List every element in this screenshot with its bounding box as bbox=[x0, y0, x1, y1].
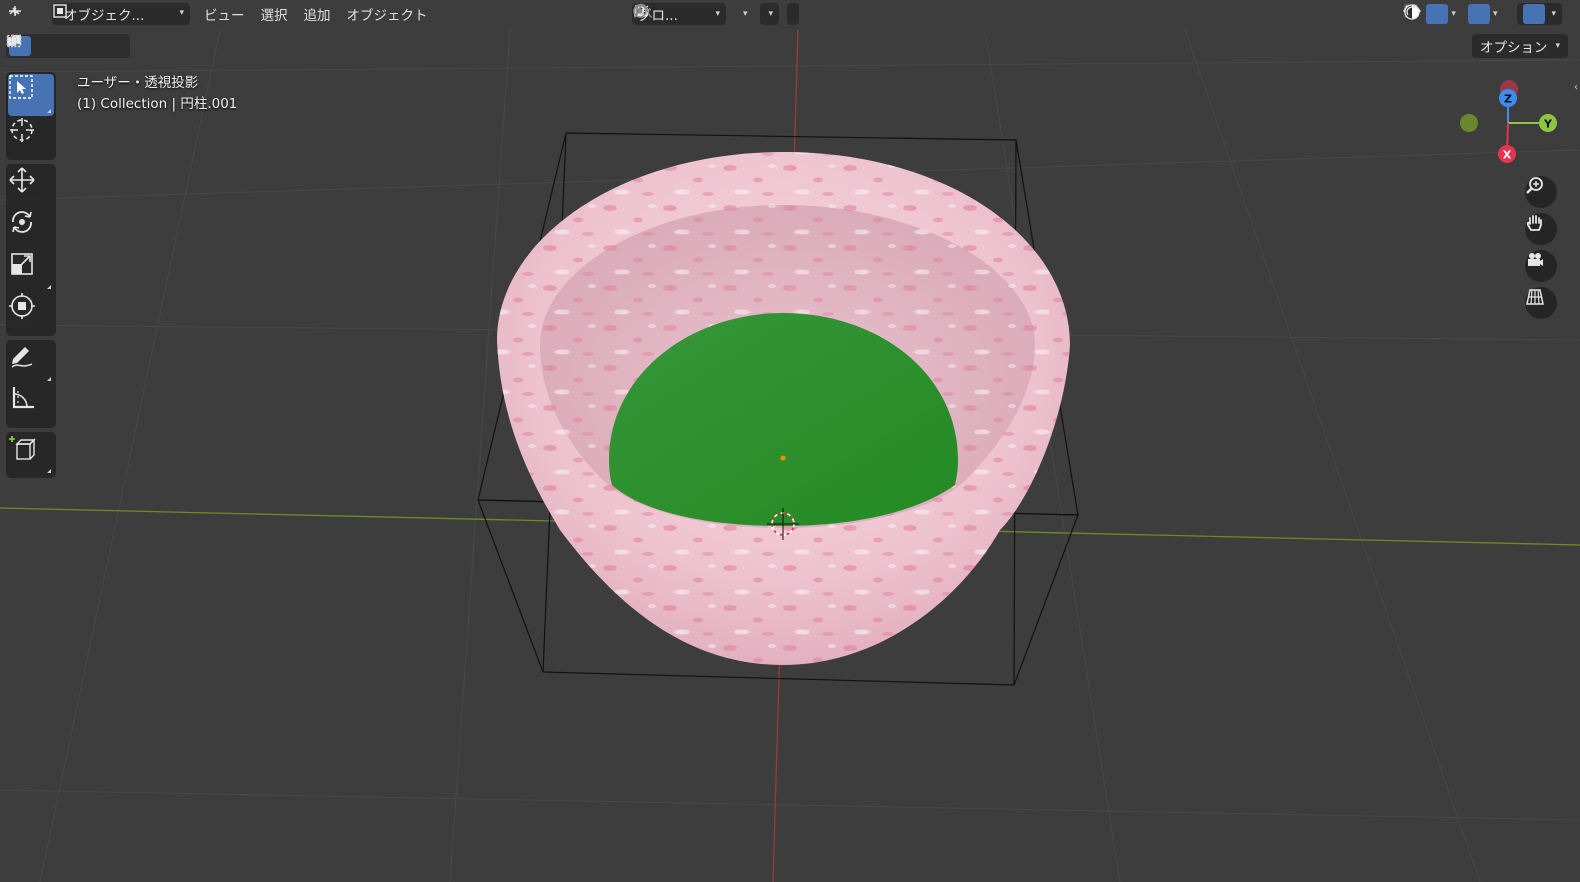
xray-toggle[interactable] bbox=[1404, 3, 1513, 25]
z-axis-handle[interactable]: Z bbox=[1499, 89, 1517, 107]
object-mode-icon bbox=[53, 4, 67, 18]
x-axis-label: X bbox=[1503, 149, 1512, 162]
measure-tool[interactable] bbox=[8, 384, 54, 426]
move-tool[interactable] bbox=[8, 166, 54, 208]
add-cube-icon bbox=[9, 436, 36, 460]
y-axis-label: Y bbox=[1543, 118, 1553, 131]
viewport-scene bbox=[0, 29, 1580, 882]
proportional-editing-controls bbox=[633, 3, 800, 25]
move-icon bbox=[9, 167, 35, 193]
menu-select[interactable]: 選択 bbox=[253, 3, 296, 25]
zoom-icon bbox=[1526, 177, 1543, 194]
zoom-button[interactable] bbox=[1525, 176, 1557, 208]
scale-icon bbox=[11, 253, 33, 275]
selection-mode-buttons bbox=[6, 34, 130, 58]
pan-button[interactable] bbox=[1525, 213, 1557, 245]
object-origin bbox=[780, 455, 786, 461]
select-intersect-icon bbox=[6, 34, 22, 47]
interaction-mode-label: オブジェク... bbox=[64, 8, 145, 24]
camera-icon bbox=[1528, 253, 1543, 266]
chevron-down-icon[interactable]: ▾ bbox=[769, 9, 774, 19]
material-preview-shading-button[interactable] bbox=[1404, 4, 1546, 24]
chevron-down-icon: ▾ bbox=[1492, 9, 1498, 19]
shading-modes: ▾ bbox=[1404, 3, 1562, 25]
camera-view-button[interactable] bbox=[1525, 250, 1557, 282]
chevron-down-icon: ▾ bbox=[715, 9, 720, 19]
viewport-header: ▾ オブジェク... ▾ ビュー 選択 追加 オブジェクト グロ... ▾ ▾ … bbox=[0, 0, 1580, 28]
select-intersect-button[interactable] bbox=[6, 34, 127, 56]
select-invert-button[interactable] bbox=[7, 35, 103, 56]
options-dropdown[interactable]: オプション ▾ bbox=[1471, 34, 1568, 58]
tool-group-transform bbox=[6, 164, 56, 336]
annotate-tool[interactable] bbox=[8, 342, 54, 384]
select-subtract-button[interactable] bbox=[7, 34, 79, 56]
chevron-down-icon[interactable]: ▾ bbox=[1551, 9, 1556, 19]
viewport-display-tools: ▾ ▾ ▾ bbox=[1403, 3, 1562, 25]
menu-view[interactable]: ビュー bbox=[196, 3, 253, 25]
editor-type-button[interactable]: ▾ bbox=[6, 3, 22, 25]
select-box-icon bbox=[9, 75, 33, 99]
transform-tool[interactable] bbox=[8, 292, 54, 334]
sidebar-expand-arrow[interactable]: ‹ bbox=[1574, 82, 1578, 93]
tool-group-annotate bbox=[6, 340, 56, 428]
overlays-toggle[interactable]: ▾ bbox=[1403, 3, 1502, 25]
pivot-point-dropdown[interactable]: ▾ bbox=[635, 3, 752, 25]
z-axis-label: Z bbox=[1504, 93, 1512, 106]
select-extend-button[interactable] bbox=[7, 35, 55, 56]
menu-add[interactable]: 追加 bbox=[296, 3, 339, 25]
add-cube-tool[interactable] bbox=[8, 434, 54, 476]
header-menus: ビュー 選択 追加 オブジェクト bbox=[196, 3, 436, 25]
view-projection-label: ユーザー・透視投影 bbox=[77, 75, 199, 91]
tool-shelf bbox=[6, 72, 56, 482]
chevron-down-icon: ▾ bbox=[179, 8, 184, 18]
cursor-tool[interactable] bbox=[8, 116, 54, 158]
options-label: オプション bbox=[1479, 40, 1548, 56]
chevron-down-icon: ▾ bbox=[743, 9, 748, 19]
cylinder-object[interactable] bbox=[497, 152, 1070, 665]
editor-type-icon bbox=[9, 6, 21, 16]
transform-icon bbox=[9, 293, 35, 319]
perspective-toggle-button[interactable] bbox=[1525, 287, 1557, 319]
3d-viewport[interactable]: ▾ オブジェク... ▾ ビュー 選択 追加 オブジェクト グロ... ▾ ▾ … bbox=[0, 0, 1580, 882]
chevron-down-icon: ▾ bbox=[1451, 9, 1456, 19]
neg-y-axis-handle[interactable] bbox=[1460, 114, 1478, 132]
pencil-icon bbox=[11, 347, 33, 368]
rotate-icon bbox=[12, 211, 32, 233]
viewport-info-text: ユーザー・透視投影 (1) Collection | 円柱.001 bbox=[77, 73, 237, 115]
ruler-icon bbox=[12, 387, 34, 409]
interaction-mode-dropdown[interactable]: オブジェク... ▾ bbox=[52, 3, 190, 25]
rotate-tool[interactable] bbox=[8, 208, 54, 250]
gizmo-toggle[interactable]: ▾ bbox=[1404, 3, 1460, 25]
falloff-curve-icon[interactable] bbox=[632, 3, 654, 19]
y-axis-handle[interactable]: Y bbox=[1539, 114, 1557, 132]
chevron-down-icon: ▾ bbox=[1555, 41, 1560, 51]
rendered-shading-icon[interactable] bbox=[1403, 3, 1421, 21]
transform-tools: グロ... ▾ ▾ ▾ bbox=[632, 3, 800, 25]
cursor-icon bbox=[10, 118, 34, 142]
scale-tool[interactable] bbox=[8, 250, 54, 292]
tool-group-add bbox=[6, 432, 56, 478]
grid-perspective-icon bbox=[1526, 289, 1544, 305]
snap-controls: ▾ bbox=[634, 3, 780, 25]
select-box-tool[interactable] bbox=[8, 74, 54, 116]
menu-object[interactable]: オブジェクト bbox=[339, 3, 436, 25]
active-object-label: (1) Collection | 円柱.001 bbox=[77, 96, 238, 112]
x-axis-handle[interactable]: X bbox=[1498, 145, 1516, 163]
tool-group-select bbox=[6, 72, 56, 160]
navigation-gizmo[interactable]: Z Y X bbox=[1458, 80, 1568, 170]
hand-icon bbox=[1526, 215, 1542, 231]
